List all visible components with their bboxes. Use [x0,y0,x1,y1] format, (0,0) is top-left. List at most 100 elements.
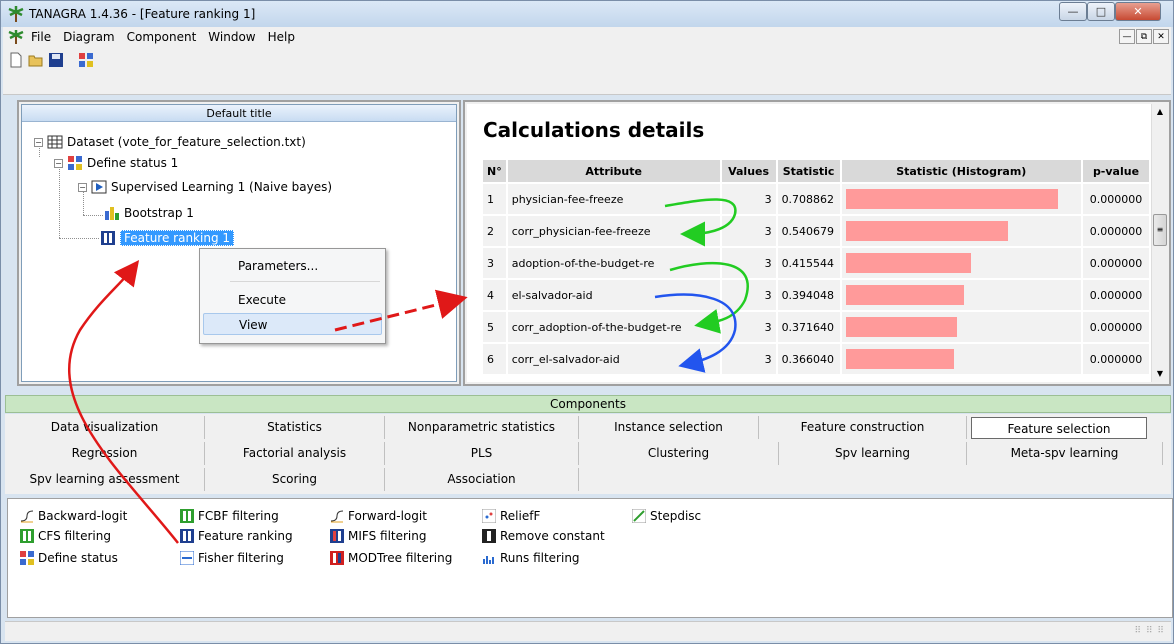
mdi-close-button[interactable]: ✕ [1153,29,1169,44]
cell-histogram [841,344,1081,374]
cell-n: 5 [483,312,506,342]
cell-statistic: 0.708862 [777,184,840,214]
component-runs-filtering[interactable]: Runs filtering [482,551,580,565]
tab-spv-learning[interactable]: Spv learning [779,442,967,465]
cell-n: 2 [483,216,506,246]
results-view: Calculations details N° Attribute Values… [467,104,1151,382]
cell-n: 6 [483,344,506,374]
cell-pvalue: 0.000000 [1082,184,1149,214]
vertical-scrollbar[interactable]: ▲ ≡ ▼ [1151,104,1167,382]
ctx-execute[interactable]: Execute [203,289,382,311]
tree-node-label: Dataset (vote_for_feature_selection.txt) [67,135,306,149]
define-status-icon [20,551,34,565]
component-fisher-filtering[interactable]: Fisher filtering [180,551,284,565]
component-define-status[interactable]: Define status [20,551,118,565]
col-header-attribute: Attribute [507,160,720,182]
play-icon [91,180,107,194]
cell-pvalue: 0.000000 [1082,344,1149,374]
collapse-icon[interactable]: − [34,137,43,147]
logit-icon [20,510,34,523]
tab-data-visualization[interactable]: Data visualization [5,416,205,439]
component-feature-ranking[interactable]: Feature ranking [180,529,293,543]
component-mifs-filtering[interactable]: MIFS filtering [330,529,427,543]
tab-scoring[interactable]: Scoring [205,468,385,491]
menu-help[interactable]: Help [262,30,301,44]
menu-diagram[interactable]: Diagram [57,30,121,44]
new-file-icon[interactable] [7,51,25,69]
mdi-minimize-button[interactable]: — [1119,29,1135,44]
close-button[interactable]: ✕ [1115,2,1161,21]
menu-window[interactable]: Window [202,30,261,44]
tab-feature-construction[interactable]: Feature construction [759,416,967,439]
title-bar[interactable]: TANAGRA 1.4.36 - [Feature ranking 1] — □… [1,1,1173,27]
feature-ranking-icon [101,231,115,245]
scroll-up-icon[interactable]: ▲ [1152,104,1168,120]
tab-meta-spv-learning[interactable]: Meta-spv learning [967,442,1163,465]
cell-attribute: el-salvador-aid [507,280,720,310]
col-header-histogram: Statistic (Histogram) [841,160,1081,182]
menu-component[interactable]: Component [121,30,203,44]
open-folder-icon[interactable] [27,51,45,69]
cell-values: 3 [721,280,776,310]
cell-histogram [841,312,1081,342]
resize-grip-icon[interactable]: ⠿ ⠿ ⠿ [1135,626,1166,636]
logit-icon [330,510,344,523]
cell-attribute: corr_el-salvador-aid [507,344,720,374]
cell-pvalue: 0.000000 [1082,280,1149,310]
maximize-button[interactable]: □ [1087,2,1115,21]
cell-pvalue: 0.000000 [1082,312,1149,342]
tree-node-feature-ranking[interactable]: Feature ranking 1 [100,230,235,246]
tab-instance-selection[interactable]: Instance selection [579,416,759,439]
tab-regression[interactable]: Regression [5,442,205,465]
tree-node-supervised-learning[interactable]: − Supervised Learning 1 (Naive bayes) [78,179,332,195]
cell-attribute: corr_adoption-of-the-budget-re [507,312,720,342]
component-backward-logit[interactable]: Backward-logit [20,509,127,523]
tree-node-bootstrap[interactable]: Bootstrap 1 [104,205,194,221]
filter-icon [482,529,496,543]
table-row: 4 el-salvador-aid 3 0.394048 0.000000 [483,280,1149,310]
component-forward-logit[interactable]: Forward-logit [330,509,427,523]
component-stepdisc[interactable]: Stepdisc [632,509,701,523]
collapse-icon[interactable]: − [78,182,87,192]
scroll-thumb[interactable]: ≡ [1153,214,1167,246]
ctx-view[interactable]: View [203,313,382,335]
tree-node-label: Bootstrap 1 [124,206,194,220]
save-icon[interactable] [47,51,65,69]
component-relieff[interactable]: ReliefF [482,509,540,523]
tab-spv-learning-assessment[interactable]: Spv learning assessment [5,468,205,491]
table-row: 2 corr_physician-fee-freeze 3 0.540679 0.000… [483,216,1149,246]
col-header-pvalue: p-value [1082,160,1149,182]
histogram-bar [845,285,964,305]
toolbar [3,47,1171,95]
minimize-button[interactable]: — [1059,2,1087,21]
tab-nonparametric-statistics[interactable]: Nonparametric statistics [385,416,579,439]
tree-node-dataset[interactable]: − Dataset (vote_for_feature_selection.tx… [34,134,306,150]
tab-factorial-analysis[interactable]: Factorial analysis [205,442,385,465]
collapse-icon[interactable]: − [54,158,63,168]
tree-node-label-selected: Feature ranking 1 [120,230,235,246]
scroll-down-icon[interactable]: ▼ [1152,366,1168,382]
component-cfs-filtering[interactable]: CFS filtering [20,529,111,543]
tree-node-label: Supervised Learning 1 (Naive bayes) [111,180,333,194]
tree-node-label: Define status 1 [87,156,179,170]
tree-node-define-status[interactable]: − Define status 1 [54,155,178,171]
cell-statistic: 0.366040 [777,344,840,374]
tab-clustering[interactable]: Clustering [579,442,779,465]
cell-pvalue: 0.000000 [1082,248,1149,278]
ctx-parameters[interactable]: Parameters... [203,255,382,277]
cell-statistic: 0.540679 [777,216,840,246]
tab-feature-selection[interactable]: Feature selection [971,417,1147,439]
cell-values: 3 [721,184,776,214]
menu-file[interactable]: File [25,30,57,44]
component-icon[interactable] [77,51,95,69]
component-fcbf-filtering[interactable]: FCBF filtering [180,509,279,523]
component-modtree-filtering[interactable]: MODTree filtering [330,551,452,565]
components-list: Backward-logit CFS filtering Define stat… [7,498,1173,618]
tab-pls[interactable]: PLS [385,442,579,465]
col-header-statistic: Statistic [777,160,840,182]
components-tabs: Data visualization Statistics Nonparamet… [5,414,1171,494]
mdi-restore-button[interactable]: ⧉ [1136,29,1152,44]
tab-association[interactable]: Association [385,468,579,491]
tab-statistics[interactable]: Statistics [205,416,385,439]
component-remove-constant[interactable]: Remove constant [482,529,605,543]
